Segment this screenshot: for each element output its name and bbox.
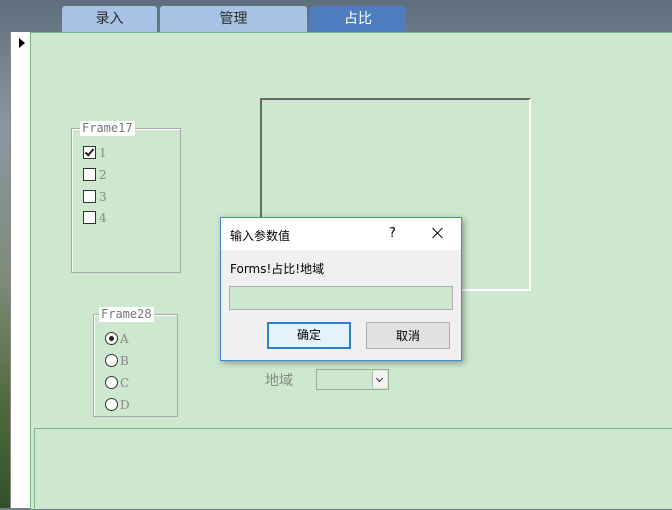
dialog-titlebar: 输入参数值 ? (221, 218, 461, 250)
checkbox-checked-icon[interactable] (83, 146, 96, 159)
region-label: 地域 (265, 373, 293, 389)
radio-d[interactable]: D (105, 397, 130, 413)
checkbox-label: 4 (99, 211, 107, 225)
checkbox-1[interactable]: 1 (83, 145, 107, 161)
radio-label: C (120, 376, 130, 390)
tab-entry[interactable]: 录入 (62, 6, 157, 32)
frame17: Frame17 1 2 3 4 (71, 121, 181, 273)
radio-b[interactable]: B (105, 353, 129, 369)
radio-c[interactable]: C (105, 375, 129, 391)
frame17-title: Frame17 (80, 121, 135, 136)
dialog-prompt: Forms!占比!地域 (230, 262, 325, 276)
tab-ratio[interactable]: 占比 (310, 6, 406, 32)
frame28: Frame28 A B C D (93, 307, 178, 417)
checkbox-label: 1 (99, 146, 107, 160)
tab-manage[interactable]: 管理 (160, 6, 307, 32)
checkbox-3[interactable]: 3 (83, 189, 107, 205)
current-record-arrow-icon (19, 38, 25, 48)
checkbox-icon[interactable] (83, 168, 96, 181)
checkbox-2[interactable]: 2 (83, 167, 107, 183)
checkbox-4[interactable]: 4 (83, 210, 107, 226)
radio-icon[interactable] (105, 354, 118, 367)
close-icon[interactable] (431, 226, 445, 240)
help-button[interactable]: ? (389, 226, 396, 241)
cancel-button[interactable]: 取消 (366, 322, 450, 349)
radio-label: D (120, 398, 130, 412)
frame28-title: Frame28 (99, 307, 154, 322)
ok-button[interactable]: 确定 (267, 322, 351, 349)
radio-label: B (120, 354, 129, 368)
region-combobox[interactable] (316, 369, 389, 390)
radio-icon[interactable] (105, 398, 118, 411)
dialog-title: 输入参数值 (230, 229, 291, 243)
radio-selected-icon[interactable] (105, 332, 118, 345)
record-selector[interactable] (10, 32, 31, 508)
subform-area (34, 428, 672, 510)
checkbox-label: 2 (99, 168, 107, 182)
checkbox-label: 3 (99, 190, 107, 204)
radio-a[interactable]: A (105, 331, 129, 347)
radio-label: A (120, 332, 129, 346)
tab-bar: 录入 管理 占比 (0, 0, 672, 32)
checkbox-icon[interactable] (83, 211, 96, 224)
chevron-down-icon[interactable] (372, 371, 387, 388)
parameter-dialog: 输入参数值 ? Forms!占比!地域 确定 取消 (220, 217, 462, 361)
radio-icon[interactable] (105, 376, 118, 389)
parameter-input[interactable] (229, 286, 453, 310)
checkbox-icon[interactable] (83, 190, 96, 203)
